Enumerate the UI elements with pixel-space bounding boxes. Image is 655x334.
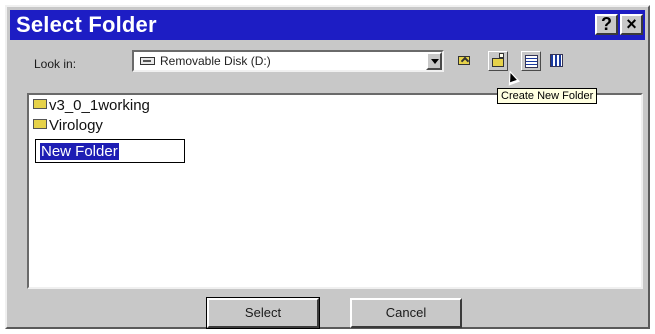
- tooltip: Create New Folder: [497, 88, 598, 104]
- title-bar[interactable]: Select Folder ? ×: [10, 10, 645, 40]
- folder-up-icon: [458, 56, 470, 65]
- new-folder-icon: [492, 53, 504, 67]
- folder-name: v3_0_1working: [49, 97, 150, 114]
- list-item[interactable]: v3_0_1working: [33, 97, 150, 115]
- up-one-level-button[interactable]: [455, 51, 475, 71]
- dialog-title: Select Folder: [16, 12, 157, 37]
- create-new-folder-button[interactable]: [488, 51, 508, 71]
- select-button[interactable]: Select: [206, 297, 320, 329]
- look-in-label: Look in:: [34, 57, 77, 71]
- list-item[interactable]: Virology: [33, 117, 103, 135]
- list-view-icon: [525, 55, 538, 68]
- folder-name: Virology: [49, 117, 103, 134]
- removable-disk-icon: [140, 57, 155, 65]
- details-view-icon: [550, 54, 563, 67]
- details-view-button[interactable]: [547, 51, 567, 71]
- new-folder-name-selection: New Folder: [40, 143, 119, 160]
- look-in-dropdown[interactable]: Removable Disk (D:): [132, 50, 444, 72]
- look-in-value: Removable Disk (D:): [160, 54, 271, 68]
- help-button[interactable]: ?: [595, 14, 618, 35]
- select-folder-dialog: Select Folder ? × Look in: Removable Dis…: [5, 5, 650, 329]
- chevron-down-icon[interactable]: [426, 52, 442, 70]
- list-view-button[interactable]: [521, 51, 541, 71]
- new-folder-name-input[interactable]: New Folder: [35, 139, 185, 163]
- folder-list[interactable]: v3_0_1working Virology New Folder: [27, 93, 643, 289]
- cancel-button[interactable]: Cancel: [350, 298, 462, 328]
- close-button[interactable]: ×: [620, 14, 643, 35]
- folder-icon: [33, 119, 47, 130]
- folder-icon: [33, 99, 47, 110]
